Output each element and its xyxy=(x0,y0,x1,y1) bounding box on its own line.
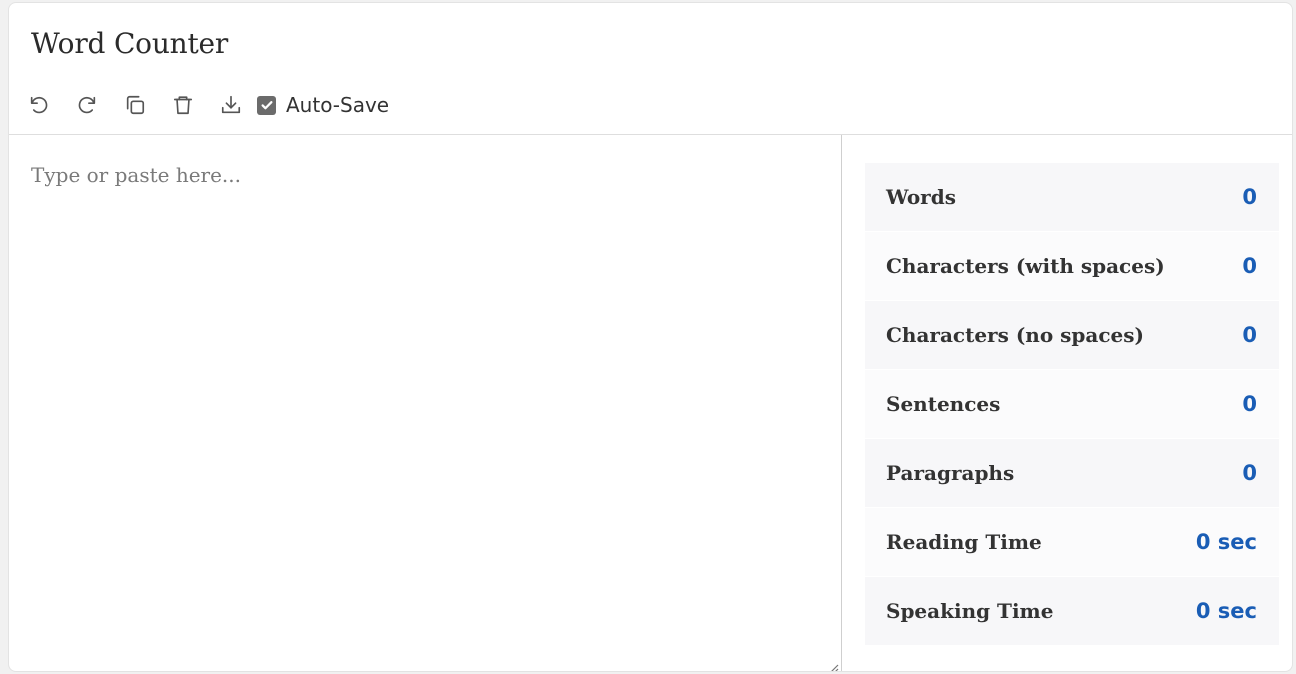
stat-label: Speaking Time xyxy=(886,599,1054,623)
stat-row-words: Words 0 xyxy=(865,163,1279,232)
undo-icon xyxy=(30,96,48,114)
checkmark-icon xyxy=(260,101,273,110)
stat-value: 0 xyxy=(1242,254,1257,278)
stat-value: 0 sec xyxy=(1195,530,1257,554)
stat-row-characters-no-spaces: Characters (no spaces) 0 xyxy=(865,301,1279,370)
clear-button[interactable] xyxy=(169,91,197,119)
toolbar: Auto-Save xyxy=(25,89,389,121)
stat-label: Words xyxy=(886,185,956,209)
stat-value: 0 xyxy=(1242,323,1257,347)
autosave-label: Auto-Save xyxy=(286,93,390,117)
panel-divider xyxy=(841,135,842,671)
trash-icon xyxy=(173,96,193,115)
undo-button[interactable] xyxy=(25,91,53,119)
copy-button[interactable] xyxy=(121,91,149,119)
resize-handle-icon[interactable] xyxy=(827,659,839,671)
stat-row-reading-time: Reading Time 0 sec xyxy=(865,508,1279,577)
autosave-checkbox[interactable] xyxy=(257,95,276,115)
stat-label: Characters (no spaces) xyxy=(886,323,1144,347)
text-input[interactable] xyxy=(9,135,841,671)
download-button[interactable] xyxy=(217,91,245,119)
page-title: Word Counter xyxy=(31,27,229,60)
copy-icon xyxy=(126,95,145,115)
stat-row-paragraphs: Paragraphs 0 xyxy=(865,439,1279,508)
redo-icon xyxy=(78,96,96,114)
stat-label: Characters (with spaces) xyxy=(886,254,1165,278)
stat-value: 0 sec xyxy=(1195,599,1257,623)
stat-row-characters-with-spaces: Characters (with spaces) 0 xyxy=(865,232,1279,301)
word-counter-card: Word Counter Auto-Save Type or paste her… xyxy=(8,2,1293,672)
download-icon xyxy=(221,95,241,114)
redo-button[interactable] xyxy=(73,91,101,119)
stat-row-sentences: Sentences 0 xyxy=(865,370,1279,439)
autosave-toggle[interactable]: Auto-Save xyxy=(257,93,389,117)
stats-panel: Words 0 Characters (with spaces) 0 Chara… xyxy=(865,163,1279,646)
stat-value: 0 xyxy=(1242,392,1257,416)
stat-label: Reading Time xyxy=(886,530,1042,554)
stat-row-speaking-time: Speaking Time 0 sec xyxy=(865,577,1279,646)
stat-value: 0 xyxy=(1242,461,1257,485)
stat-value: 0 xyxy=(1242,185,1257,209)
stat-label: Sentences xyxy=(886,392,1001,416)
stat-label: Paragraphs xyxy=(886,461,1015,485)
